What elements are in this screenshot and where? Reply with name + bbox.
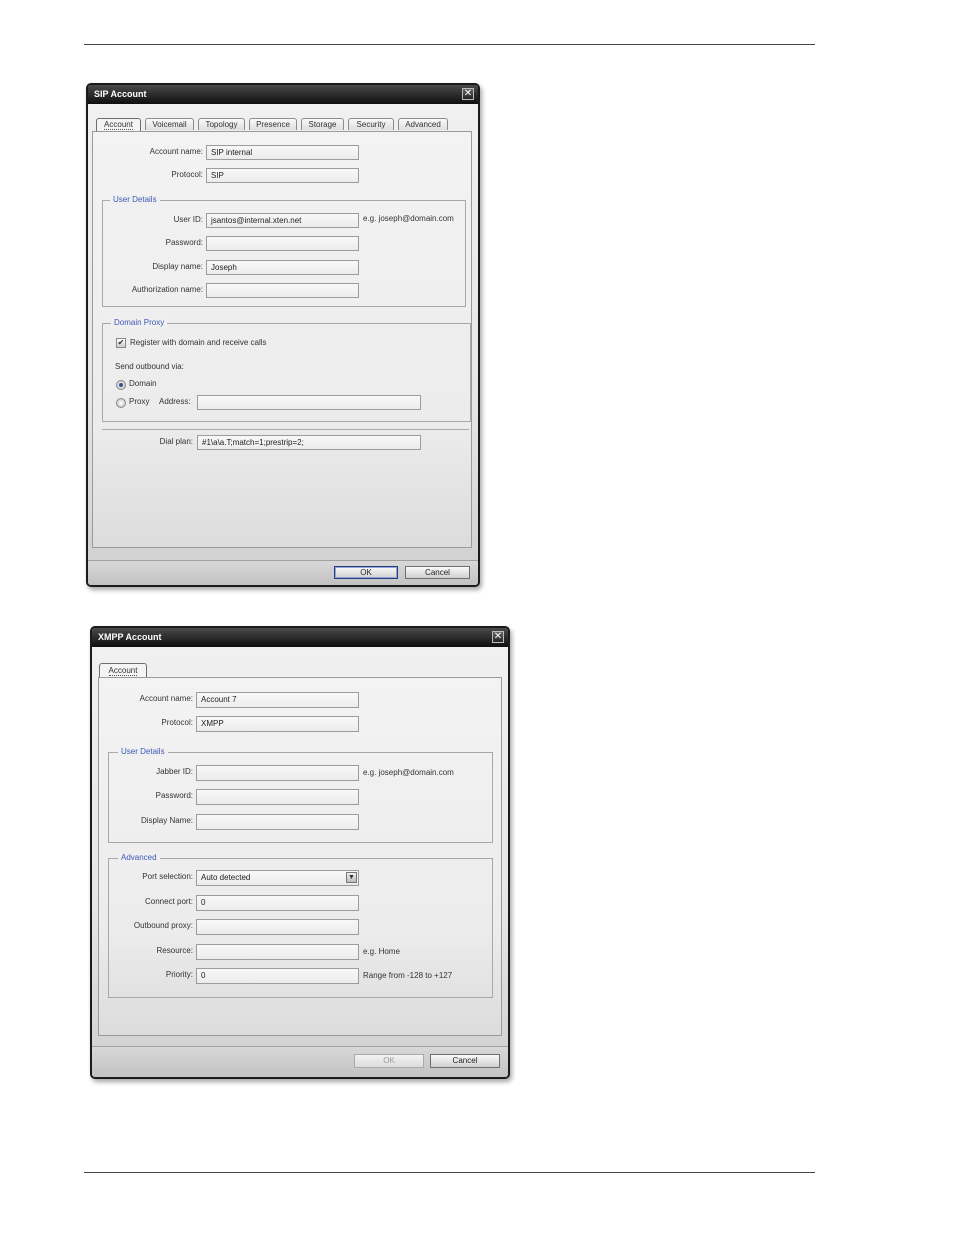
domain-proxy-legend: Domain Proxy (111, 318, 168, 328)
tab-account[interactable]: Account (96, 118, 141, 131)
xmpp-button-bar: OK Cancel (92, 1046, 508, 1077)
display-name-label: Display name: (152, 262, 203, 271)
protocol-field: SIP (206, 168, 359, 183)
resource-hint: e.g. Home (363, 947, 400, 956)
sip-dialog-title: SIP Account (94, 89, 147, 99)
proxy-radio-label: Proxy (129, 397, 150, 406)
proxy-radio[interactable] (116, 398, 126, 408)
domain-radio-label: Domain (129, 379, 157, 388)
tab-voicemail[interactable]: Voicemail (145, 118, 194, 130)
authorization-name-field[interactable] (206, 283, 359, 298)
dial-plan-label: Dial plan: (159, 437, 193, 446)
sip-dialog-body: Account Voicemail Topology Presence Stor… (88, 104, 478, 585)
user-id-field[interactable]: jsantos@internal.xten.net (206, 213, 359, 228)
port-selection-label: Port selection: (142, 872, 193, 881)
cancel-button[interactable]: Cancel (405, 566, 470, 579)
cancel-button[interactable]: Cancel (430, 1054, 500, 1068)
bottom-rule (84, 1172, 815, 1173)
jabber-id-label: Jabber ID: (156, 767, 193, 776)
user-details-legend: User Details (118, 747, 168, 757)
password-label: Password: (165, 238, 203, 247)
account-name-label: Account name: (149, 147, 203, 156)
connect-port-label: Connect port: (144, 897, 193, 906)
top-rule (84, 44, 815, 45)
protocol-label: Protocol: (161, 718, 193, 727)
outbound-proxy-field[interactable] (196, 919, 359, 935)
account-name-field[interactable]: SIP internal (206, 145, 359, 160)
ok-button[interactable]: OK (334, 566, 398, 579)
sip-close-icon[interactable]: ✕ (462, 88, 474, 100)
xmpp-dialog-title: XMPP Account (98, 632, 162, 642)
ok-button[interactable]: OK (354, 1054, 424, 1068)
domain-radio[interactable] (116, 380, 126, 390)
password-label: Password: (155, 791, 193, 800)
advanced-legend: Advanced (118, 853, 160, 863)
user-id-hint: e.g. joseph@domain.com (363, 214, 454, 223)
resource-field[interactable] (196, 944, 359, 960)
protocol-field: XMPP (196, 716, 359, 732)
tab-account[interactable]: Account (99, 663, 147, 677)
protocol-label: Protocol: (171, 170, 203, 179)
xmpp-account-dialog: XMPP Account ✕ Account Account name: Acc… (90, 626, 510, 1079)
authorization-name-label: Authorization name: (131, 285, 203, 294)
tab-presence[interactable]: Presence (249, 118, 297, 130)
sip-account-dialog: SIP Account ✕ Account Voicemail Topology… (86, 83, 480, 587)
tab-storage[interactable]: Storage (301, 118, 344, 130)
register-checkbox[interactable]: ✔ (116, 338, 126, 348)
display-name-label: Display Name: (140, 816, 193, 825)
display-name-field[interactable] (196, 814, 359, 830)
port-selection-dropdown[interactable]: Auto detected ▼ (196, 870, 359, 886)
account-name-field[interactable]: Account 7 (196, 692, 359, 708)
password-field[interactable] (196, 789, 359, 805)
sip-title-bar: SIP Account ✕ (88, 85, 478, 104)
account-name-label: Account name: (139, 694, 193, 703)
password-field[interactable] (206, 236, 359, 251)
resource-label: Resource: (156, 946, 193, 955)
dial-plan-separator (102, 429, 469, 430)
tab-topology[interactable]: Topology (198, 118, 245, 130)
xmpp-title-bar: XMPP Account ✕ (92, 628, 508, 647)
display-name-field[interactable]: Joseph (206, 260, 359, 275)
jabber-id-field[interactable] (196, 765, 359, 781)
sip-button-bar: OK Cancel (88, 560, 478, 585)
port-selection-value: Auto detected (201, 873, 251, 882)
connect-port-field[interactable]: 0 (196, 895, 359, 911)
xmpp-dialog-body: Account Account name: Account 7 Protocol… (92, 647, 508, 1077)
address-field[interactable] (197, 395, 421, 410)
xmpp-close-icon[interactable]: ✕ (492, 631, 504, 643)
outbound-proxy-label: Outbound proxy: (133, 921, 193, 930)
priority-label: Priority: (165, 970, 193, 979)
priority-field[interactable]: 0 (196, 968, 359, 984)
priority-hint: Range from -128 to +127 (363, 971, 453, 980)
dial-plan-field[interactable]: #1\a\a.T;match=1;prestrip=2; (197, 435, 421, 450)
user-details-legend: User Details (110, 195, 160, 205)
jabber-id-hint: e.g. joseph@domain.com (363, 768, 454, 777)
address-label: Address: (159, 397, 191, 406)
user-id-label: User ID: (173, 215, 203, 224)
tab-advanced[interactable]: Advanced (398, 118, 448, 130)
send-outbound-label: Send outbound via: (115, 362, 184, 371)
tab-security[interactable]: Security (348, 118, 394, 130)
xmpp-account-panel: Account name: Account 7 Protocol: XMPP U… (98, 677, 502, 1036)
chevron-down-icon[interactable]: ▼ (346, 872, 357, 883)
sip-account-panel: Account name: SIP internal Protocol: SIP… (92, 131, 472, 548)
register-label: Register with domain and receive calls (130, 338, 267, 347)
